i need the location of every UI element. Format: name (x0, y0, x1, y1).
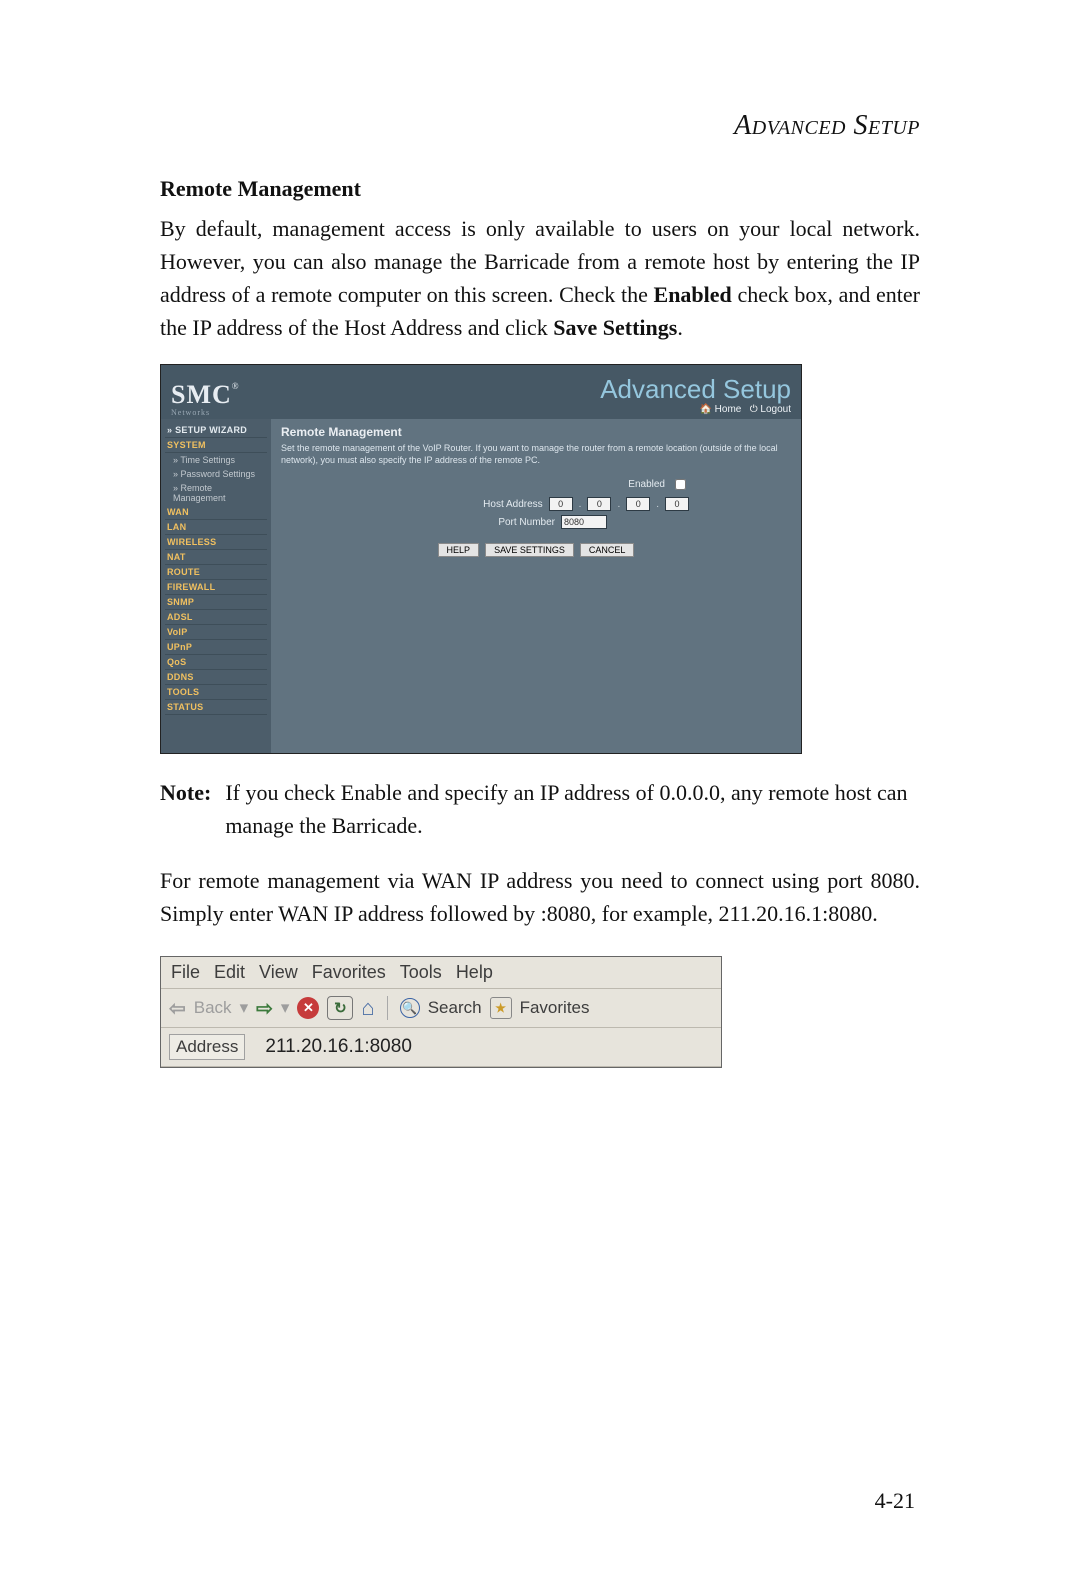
forward-dropdown-icon[interactable]: ▾ (281, 998, 290, 1018)
forward-arrow-icon[interactable]: ⇨ (256, 996, 273, 1021)
row-host: Host Address . . . (281, 497, 689, 511)
logout-icon: ⏻ (750, 404, 758, 415)
browser-toolbar-screenshot: File Edit View Favorites Tools Help ⇦ Ba… (160, 956, 722, 1068)
button-row: HELP SAVE SETTINGS CANCEL (281, 543, 791, 557)
logout-link[interactable]: Logout (760, 404, 791, 415)
search-icon: 🔍 (400, 998, 420, 1018)
sidebar-snmp[interactable]: SNMP (165, 595, 267, 610)
sidebar-tools[interactable]: TOOLS (165, 685, 267, 700)
menu-bar: File Edit View Favorites Tools Help (161, 957, 721, 989)
favorites-icon: ★ (490, 997, 512, 1019)
router-header: SMC® Networks Advanced Setup 🏠 Home ⏻ Lo… (161, 365, 801, 419)
home-icon: 🏠 (699, 404, 711, 415)
sidebar-nat[interactable]: NAT (165, 550, 267, 565)
nav-bar: ⇦ Back ▾ ⇨ ▾ ✕ ↻ ⌂ 🔍 Search ★ Favorites (161, 989, 721, 1028)
stop-icon[interactable]: ✕ (297, 997, 319, 1019)
note-body: If you check Enable and specify an IP ad… (225, 776, 920, 842)
port-input[interactable] (561, 515, 607, 529)
host-octet-4[interactable] (665, 497, 689, 511)
host-octet-3[interactable] (626, 497, 650, 511)
sidebar-ddns[interactable]: DDNS (165, 670, 267, 685)
menu-favorites[interactable]: Favorites (312, 962, 386, 983)
document-page: Advanced Setup Remote Management By defa… (0, 0, 1080, 1570)
sidebar-voip[interactable]: VoIP (165, 625, 267, 640)
row-port: Port Number (281, 515, 689, 529)
sidebar-upnp[interactable]: UPnP (165, 640, 267, 655)
sidebar-qos[interactable]: QoS (165, 655, 267, 670)
note-block: Note: If you check Enable and specify an… (160, 776, 920, 842)
refresh-icon[interactable]: ↻ (327, 996, 353, 1020)
home-icon[interactable]: ⌂ (361, 995, 374, 1021)
sidebar-system[interactable]: SYSTEM (165, 438, 267, 453)
intro-bold-2: Save Settings (553, 315, 677, 340)
brand-logo: SMC® Networks (171, 382, 239, 417)
intro-bold-1: Enabled (654, 282, 732, 307)
home-link[interactable]: Home (715, 404, 742, 415)
menu-file[interactable]: File (171, 962, 200, 983)
sidebar-status[interactable]: STATUS (165, 700, 267, 715)
sidebar-time-settings[interactable]: » Time Settings (165, 453, 267, 467)
content-description: Set the remote management of the VoIP Ro… (281, 443, 791, 466)
save-settings-button[interactable]: SAVE SETTINGS (485, 543, 574, 557)
sidebar-password-settings[interactable]: » Password Settings (165, 467, 267, 481)
port-label: Port Number (395, 517, 555, 528)
intro-text-3: . (677, 315, 683, 340)
page-header: Advanced Setup (160, 110, 920, 142)
cancel-button[interactable]: CANCEL (580, 543, 635, 557)
sidebar: » SETUP WIZARD SYSTEM » Time Settings » … (161, 419, 271, 754)
menu-help[interactable]: Help (456, 962, 493, 983)
sidebar-firewall[interactable]: FIREWALL (165, 580, 267, 595)
enabled-checkbox[interactable] (675, 479, 686, 490)
page-number: 4-21 (875, 1488, 915, 1514)
sidebar-wireless[interactable]: WIRELESS (165, 535, 267, 550)
favorites-label[interactable]: Favorites (520, 998, 590, 1018)
menu-tools[interactable]: Tools (400, 962, 442, 983)
host-octet-1[interactable] (549, 497, 573, 511)
sidebar-setup-wizard[interactable]: » SETUP WIZARD (165, 423, 267, 438)
content-pane: Remote Management Set the remote managem… (271, 419, 801, 754)
note-label: Note: (160, 776, 211, 842)
router-body: » SETUP WIZARD SYSTEM » Time Settings » … (161, 419, 801, 754)
row-enabled: Enabled (281, 476, 689, 493)
body-paragraph: For remote management via WAN IP address… (160, 864, 920, 930)
brand-reg: ® (232, 381, 239, 391)
sidebar-remote-management[interactable]: » Remote Management (165, 481, 267, 505)
sidebar-wan[interactable]: WAN (165, 505, 267, 520)
back-arrow-icon[interactable]: ⇦ (169, 996, 186, 1021)
address-value[interactable]: 211.20.16.1:8080 (245, 1036, 412, 1058)
content-title: Remote Management (281, 425, 791, 439)
header-title: Advanced Setup (600, 376, 791, 402)
enabled-label: Enabled (505, 479, 665, 490)
sidebar-lan[interactable]: LAN (165, 520, 267, 535)
address-label: Address (169, 1034, 245, 1060)
menu-edit[interactable]: Edit (214, 962, 245, 983)
intro-paragraph: By default, management access is only av… (160, 212, 920, 344)
brand-text: SMC (171, 380, 232, 409)
host-label: Host Address (383, 499, 543, 510)
help-button[interactable]: HELP (438, 543, 480, 557)
host-octet-2[interactable] (587, 497, 611, 511)
separator (387, 996, 388, 1020)
menu-view[interactable]: View (259, 962, 298, 983)
section-subtitle: Remote Management (160, 176, 920, 202)
header-right: Advanced Setup 🏠 Home ⏻ Logout (600, 376, 791, 417)
search-label[interactable]: Search (428, 998, 482, 1018)
sidebar-route[interactable]: ROUTE (165, 565, 267, 580)
back-label: Back (194, 998, 232, 1018)
brand-sub: Networks (171, 409, 239, 417)
address-bar: Address 211.20.16.1:8080 (161, 1028, 721, 1067)
back-dropdown-icon[interactable]: ▾ (240, 998, 249, 1018)
header-links: 🏠 Home ⏻ Logout (600, 405, 791, 415)
router-screenshot: SMC® Networks Advanced Setup 🏠 Home ⏻ Lo… (160, 364, 802, 754)
sidebar-adsl[interactable]: ADSL (165, 610, 267, 625)
